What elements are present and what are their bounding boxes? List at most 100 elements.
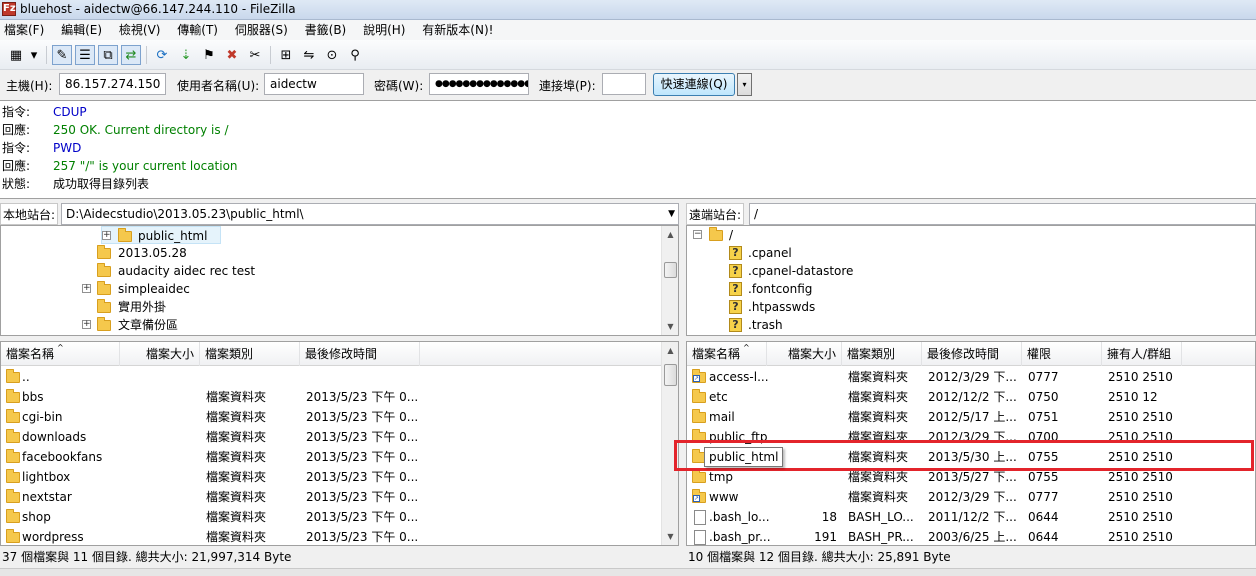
- local-file-type: 檔案資料夾: [206, 530, 267, 544]
- menu-transfer[interactable]: 傳輸(T): [177, 20, 218, 40]
- column-header-name[interactable]: 檔案名稱 ^: [1, 342, 120, 366]
- menu-view[interactable]: 檢視(V): [119, 20, 161, 40]
- local-file-row[interactable]: ..: [1, 367, 663, 387]
- remote-file-permissions: 0644: [1028, 510, 1059, 524]
- cancel-icon[interactable]: ⚑: [199, 45, 219, 65]
- local-file-modified: 2013/5/23 下午 0...: [306, 430, 419, 444]
- local-file-name: lightbox: [22, 470, 71, 484]
- sync-browsing-icon[interactable]: ⇋: [299, 45, 319, 65]
- toggle-log-icon[interactable]: ✎: [52, 45, 72, 65]
- remote-directory-tree[interactable]: − / ? .cpanel ? .cpanel-datastore ? .fon…: [686, 225, 1256, 336]
- local-path-bar: 本地站台: D:\Aidecstudio\2013.05.23\public_h…: [0, 203, 679, 225]
- password-input[interactable]: ●●●●●●●●●●●●●●: [429, 73, 529, 95]
- column-header-modified[interactable]: 最後修改時間: [922, 342, 1022, 366]
- local-file-row[interactable]: cgi-bin 檔案資料夾 2013/5/23 下午 0...: [1, 407, 663, 427]
- quickconnect-dropdown-icon[interactable]: ▾: [737, 73, 752, 96]
- find-files-icon[interactable]: ⚲: [345, 45, 365, 65]
- column-header-modified[interactable]: 最後修改時間: [300, 342, 420, 366]
- directory-compare-icon[interactable]: ⊞: [276, 45, 296, 65]
- remote-file-row[interactable]: ↗ access-l... 檔案資料夾 2012/3/29 下... 0777 2510 …: [687, 367, 1255, 387]
- remote-file-owner: 2510 12: [1108, 390, 1158, 404]
- tree-item-label: 文章備份區: [118, 318, 179, 332]
- menu-bookmarks[interactable]: 書籤(B): [305, 20, 347, 40]
- scroll-up-icon[interactable]: ▲: [662, 226, 678, 243]
- local-file-row[interactable]: bbs 檔案資料夾 2013/5/23 下午 0...: [1, 387, 663, 407]
- folder-icon: [97, 281, 111, 295]
- scroll-thumb[interactable]: [664, 364, 677, 386]
- local-file-type: 檔案資料夾: [206, 510, 267, 524]
- remote-file-name: etc: [709, 390, 728, 404]
- column-header-name[interactable]: 檔案名稱 ^: [687, 342, 767, 366]
- folder-icon: [97, 263, 111, 277]
- local-file-modified: 2013/5/23 下午 0...: [306, 490, 419, 504]
- remote-file-row[interactable]: ↗ www 檔案資料夾 2012/3/29 下... 0777 2510 2510: [687, 487, 1255, 507]
- column-header-permissions[interactable]: 權限: [1022, 342, 1102, 366]
- column-header-size[interactable]: 檔案大小: [120, 342, 200, 366]
- local-path-input[interactable]: D:\Aidecstudio\2013.05.23\public_html\ ▼: [61, 203, 679, 225]
- sort-ascending-icon: ^: [57, 343, 64, 352]
- local-file-row[interactable]: downloads 檔案資料夾 2013/5/23 下午 0...: [1, 427, 663, 447]
- filezilla-app-icon[interactable]: Fz: [2, 2, 16, 16]
- quickconnect-button[interactable]: 快速連線(Q): [653, 73, 735, 96]
- remote-file-modified: 2003/6/25 上...: [928, 530, 1017, 544]
- menu-server[interactable]: 伺服器(S): [235, 20, 288, 40]
- remote-file-row[interactable]: .bash_lo... 18 BASH_LO... 2011/12/2 下... 064…: [687, 507, 1255, 527]
- folder-link-icon: ↗: [692, 369, 706, 383]
- toggle-queue-icon[interactable]: ⇄: [121, 45, 141, 65]
- search-icon[interactable]: ⊙: [322, 45, 342, 65]
- disconnect-icon[interactable]: ✖: [222, 45, 242, 65]
- column-header-type[interactable]: 檔案類別: [842, 342, 922, 366]
- local-directory-tree[interactable]: + public_html 2013.05.28 audacity aidec …: [0, 225, 679, 336]
- expand-icon[interactable]: +: [82, 284, 91, 293]
- expand-icon[interactable]: +: [102, 231, 111, 240]
- expand-icon[interactable]: +: [82, 320, 91, 329]
- host-label: 主機(H):: [6, 79, 53, 93]
- collapse-icon[interactable]: −: [693, 230, 702, 239]
- unknown-folder-icon: ?: [729, 264, 742, 278]
- toggle-local-tree-icon[interactable]: ☰: [75, 45, 95, 65]
- column-header-owner[interactable]: 擁有人/群組: [1102, 342, 1182, 366]
- column-header-size[interactable]: 檔案大小: [767, 342, 842, 366]
- local-file-row[interactable]: nextstar 檔案資料夾 2013/5/23 下午 0...: [1, 487, 663, 507]
- site-manager-dropdown-icon[interactable]: ▾: [27, 45, 41, 65]
- reconnect-icon[interactable]: ✂: [245, 45, 265, 65]
- scroll-down-icon[interactable]: ▼: [662, 528, 678, 545]
- remote-file-type: BASH_PR...: [848, 530, 914, 544]
- scroll-down-icon[interactable]: ▼: [662, 318, 678, 335]
- remote-path-input[interactable]: /: [749, 203, 1256, 225]
- pane-splitter[interactable]: [679, 203, 685, 567]
- toolbar-separator: [46, 46, 47, 64]
- local-file-modified: 2013/5/23 下午 0...: [306, 530, 419, 544]
- scroll-thumb[interactable]: [664, 262, 677, 278]
- folder-icon: [6, 529, 20, 543]
- remote-file-type: 檔案資料夾: [848, 390, 909, 404]
- column-header-type[interactable]: 檔案類別: [200, 342, 300, 366]
- scroll-up-icon[interactable]: ▲: [662, 342, 678, 359]
- site-manager-icon[interactable]: ▦: [6, 45, 26, 65]
- folder-icon: [97, 299, 111, 313]
- menu-help[interactable]: 說明(H): [363, 20, 405, 40]
- local-file-row[interactable]: facebookfans 檔案資料夾 2013/5/23 下午 0...: [1, 447, 663, 467]
- host-input[interactable]: 86.157.274.150: [59, 73, 166, 95]
- username-input[interactable]: aidectw: [264, 73, 364, 95]
- local-file-list[interactable]: 檔案名稱 ^ 檔案大小 檔案類別 最後修改時間 .. bbs 檔案資料夾 2013/5/…: [0, 341, 679, 546]
- menu-edit[interactable]: 編輯(E): [61, 20, 102, 40]
- local-file-type: 檔案資料夾: [206, 470, 267, 484]
- toggle-remote-tree-icon[interactable]: ⧉: [98, 45, 118, 65]
- port-input[interactable]: [602, 73, 646, 95]
- local-file-row[interactable]: lightbox 檔案資料夾 2013/5/23 下午 0...: [1, 467, 663, 487]
- menu-file[interactable]: 檔案(F): [4, 20, 44, 40]
- chevron-down-icon[interactable]: ▼: [668, 204, 675, 224]
- refresh-icon[interactable]: ⟳: [152, 45, 172, 65]
- message-log[interactable]: 指令: CDUP 回應: 250 OK. Current directory is …: [0, 100, 1256, 199]
- tree-item-label: /: [729, 228, 734, 242]
- local-tree-scrollbar[interactable]: ▲ ▼: [661, 226, 678, 335]
- remote-file-row[interactable]: .bash_pr... 191 BASH_PR... 2003/6/25 上... 06…: [687, 527, 1255, 545]
- remote-file-row[interactable]: etc 檔案資料夾 2012/12/2 下... 0750 2510 12: [687, 387, 1255, 407]
- tree-item-public-html[interactable]: + public_html: [101, 226, 221, 244]
- process-queue-icon[interactable]: ⇣: [176, 45, 196, 65]
- remote-file-row[interactable]: mail 檔案資料夾 2012/5/17 上... 0751 2510 2510: [687, 407, 1255, 427]
- local-file-row[interactable]: shop 檔案資料夾 2013/5/23 下午 0...: [1, 507, 663, 527]
- local-file-row[interactable]: wordpress 檔案資料夾 2013/5/23 下午 0...: [1, 527, 663, 545]
- menu-new-version[interactable]: 有新版本(N)!: [422, 20, 493, 40]
